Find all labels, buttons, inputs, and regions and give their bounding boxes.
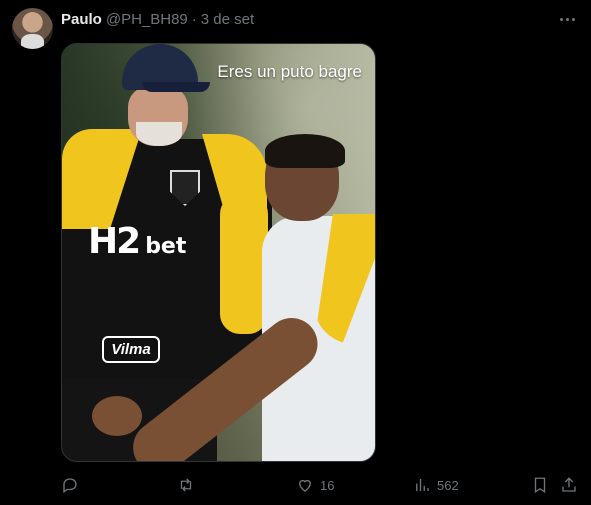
reply-button[interactable] (61, 476, 85, 494)
retweet-button[interactable] (177, 476, 201, 494)
like-button[interactable]: 16 (296, 476, 334, 494)
player-hand (92, 396, 142, 436)
shorts-sponsor: Vilma (102, 336, 160, 363)
heart-icon (299, 479, 311, 492)
post-header: Paulo @PH_BH89 · 3 de set (61, 10, 254, 28)
views-button[interactable]: 562 (413, 476, 459, 494)
like-count: 16 (320, 477, 335, 493)
avatar[interactable] (12, 8, 53, 49)
coach-beard (136, 122, 182, 146)
bookmark-icon (534, 477, 546, 494)
share-button[interactable] (560, 476, 578, 494)
author-handle[interactable]: @PH_BH89 (106, 11, 188, 28)
post-image[interactable]: H2 bet Vilma Eres un puto bagre (61, 43, 376, 462)
jersey-sponsor-main: H2 (88, 221, 141, 262)
share-icon (562, 477, 576, 492)
coach-cap-brim (142, 82, 210, 92)
separator-dot: · (191, 10, 197, 28)
player-hair (265, 134, 345, 168)
reply-icon (63, 478, 77, 494)
jersey-sponsor-suffix: bet (145, 234, 187, 259)
coach-arm (220, 194, 268, 334)
author-name[interactable]: Paulo (61, 11, 102, 28)
image-caption: Eres un puto bagre (217, 62, 362, 81)
timestamp[interactable]: 3 de set (201, 11, 254, 28)
view-count: 562 (437, 477, 459, 493)
more-icon[interactable] (557, 11, 577, 27)
retweet-icon (180, 478, 192, 492)
jersey-sponsor: H2 bet (88, 221, 186, 262)
views-icon (416, 479, 429, 491)
action-bar: 16 562 (61, 474, 577, 496)
bookmark-button[interactable] (531, 476, 549, 494)
